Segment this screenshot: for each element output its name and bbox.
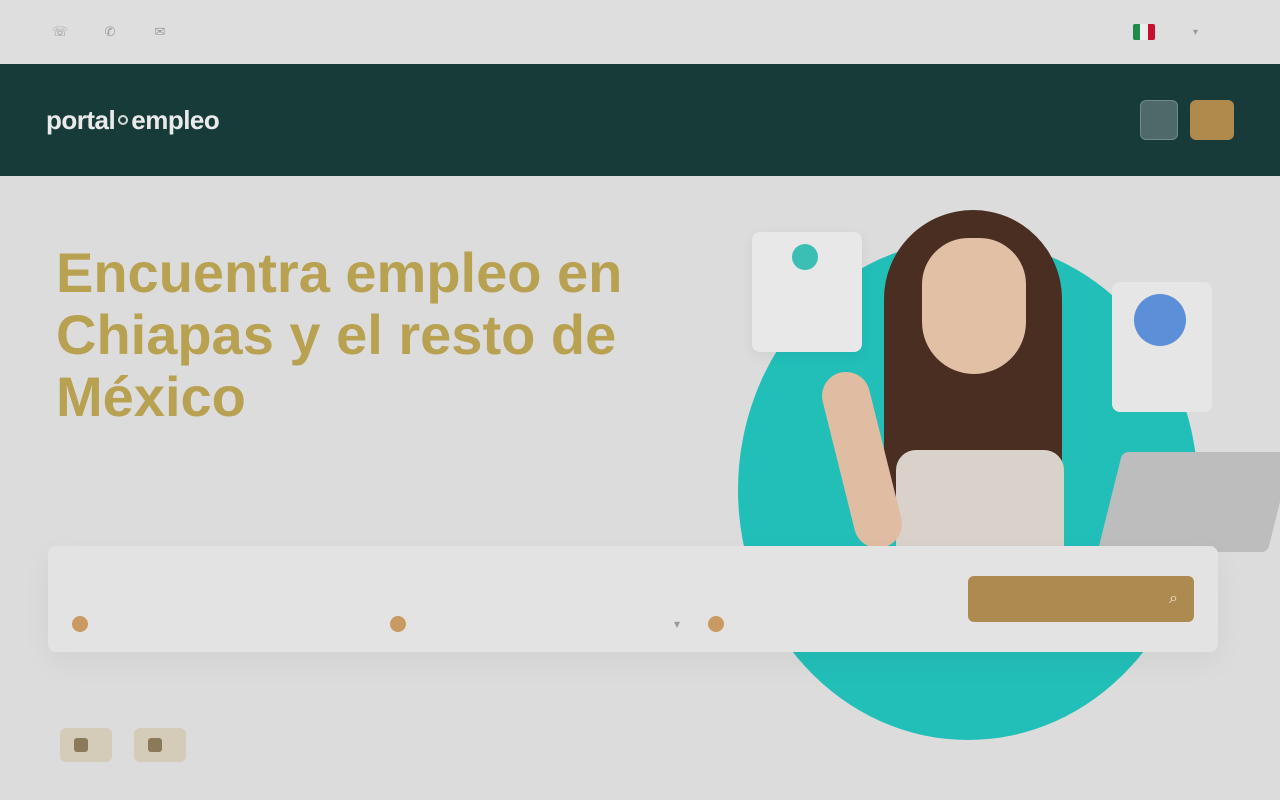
hero-person-image	[816, 210, 1090, 560]
search-button[interactable]: ⌕	[968, 576, 1194, 622]
avatar	[1134, 294, 1186, 346]
category-select[interactable]: ▾	[390, 607, 680, 641]
cta-button[interactable]	[1190, 100, 1234, 140]
keyword-field	[72, 563, 390, 635]
location-field	[708, 563, 958, 635]
top-info-bar: ☏ ✆ ✉ ▾	[0, 0, 1280, 64]
login-button[interactable]	[1140, 100, 1178, 140]
site-logo[interactable]: portal empleo	[46, 104, 220, 136]
main-navigation: portal empleo	[0, 64, 1280, 176]
mexico-flag-icon[interactable]	[1132, 24, 1155, 40]
recent-searches	[56, 692, 60, 709]
logo-text-left: portal	[46, 104, 116, 135]
chevron-down-icon: ▾	[673, 617, 680, 631]
logo-mark-icon	[118, 115, 129, 125]
job-search-bar: ▾ ⌕	[48, 546, 1218, 652]
chevron-down-icon: ▾	[1192, 26, 1198, 38]
category-field: ▾	[390, 563, 708, 635]
badge-card	[1112, 282, 1212, 412]
recent-chip-1[interactable]	[60, 728, 112, 762]
chip-icon	[148, 738, 162, 752]
chip-icon	[74, 738, 88, 752]
recent-chips	[60, 728, 208, 762]
email-contact[interactable]: ✉	[152, 24, 176, 40]
phone-icon: ☏	[51, 24, 69, 39]
keyword-input[interactable]	[72, 607, 362, 641]
whatsapp-contact[interactable]: ✆	[102, 24, 126, 40]
category-icon	[390, 616, 406, 632]
stat-card	[752, 232, 862, 352]
location-pin-icon	[708, 616, 724, 632]
hero-title: Encuentra empleo en Chiapas y el resto d…	[56, 241, 623, 428]
search-field-icon	[72, 616, 88, 632]
logo-text-right: empleo	[131, 104, 220, 135]
laptop-image	[1097, 452, 1280, 552]
language-selector[interactable]: ▾	[1185, 27, 1198, 38]
phone-contact[interactable]: ☏	[52, 24, 76, 40]
recent-chip-2[interactable]	[134, 728, 186, 762]
search-icon: ⌕	[1169, 590, 1178, 607]
location-input[interactable]	[708, 607, 998, 641]
whatsapp-icon: ✆	[104, 24, 116, 39]
stat-dot-icon	[792, 244, 818, 270]
mail-icon: ✉	[154, 24, 166, 39]
